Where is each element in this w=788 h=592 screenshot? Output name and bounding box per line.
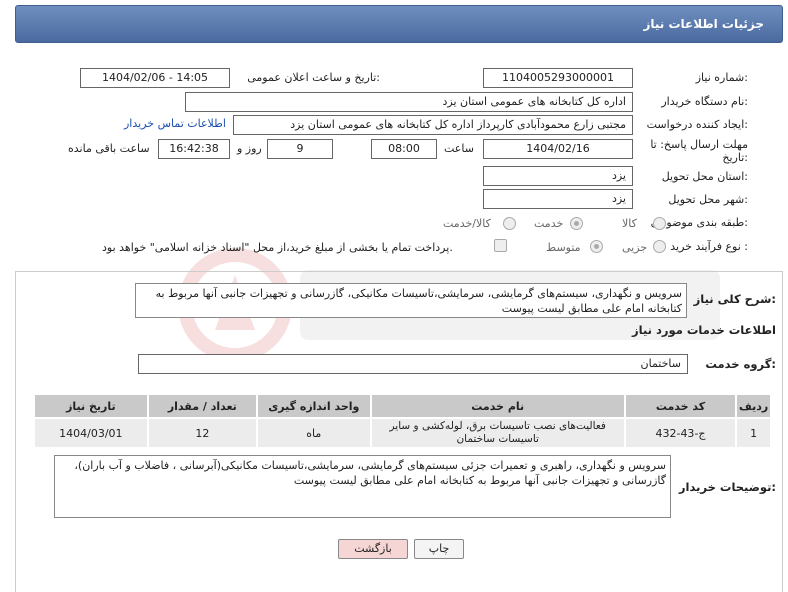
deadline-date-label: تاریخ: (722, 151, 748, 164)
city-field: یزد (483, 189, 633, 209)
buyer-org-field: اداره کل کتابخانه های عمومی استان یزد (185, 92, 633, 112)
cell-qty: 12 (146, 417, 258, 449)
summary-label: شرح کلی نیاز: (693, 292, 776, 306)
creator-label: ایجاد کننده درخواست: (646, 118, 748, 131)
category-option-service: خدمت (534, 217, 564, 230)
creator-field: مجتبی زارع محمودآبادی کارپرداز اداره کل … (233, 115, 633, 135)
remaining-time-label: ساعت باقی مانده (68, 142, 150, 155)
deadline-time-label: ساعت (444, 142, 474, 155)
process-radio-minor[interactable] (653, 240, 666, 253)
buyer-notes-textarea[interactable]: سرویس و نگهداری، راهبری و تعمیرات جزئی س… (54, 455, 671, 518)
buyer-notes-label: توضیحات خریدار: (678, 480, 776, 494)
days-field: 9 (267, 139, 333, 159)
category-radio-goods[interactable] (653, 217, 666, 230)
table-row: 1 ج-43-432 فعالیت‌های نصب تاسیسات برق، ل… (33, 417, 772, 449)
col-name-header: نام خدمت (369, 393, 626, 419)
remaining-time-field: 16:42:38 (158, 139, 230, 159)
services-section-title: اطلاعات خدمات مورد نیاز (632, 323, 776, 337)
page-title: جزئیات اطلاعات نیاز (643, 17, 764, 31)
cell-date: 1404/03/01 (33, 417, 149, 449)
process-option-medium: متوسط (546, 241, 581, 254)
col-code-header: کد خدمت (623, 393, 738, 419)
province-label: استان محل تحویل: (661, 170, 748, 183)
cell-name: فعالیت‌های نصب تاسیسات برق، لوله‌کشی و س… (369, 417, 626, 449)
category-option-goods-service: کالا/خدمت (443, 217, 491, 230)
deadline-time-field: 08:00 (371, 139, 437, 159)
buyer-org-label: نام دستگاه خریدار: (661, 95, 748, 108)
cell-unit: ماه (255, 417, 372, 449)
announce-field: 1404/02/06 - 14:05 (80, 68, 230, 88)
treasury-payment-text: پرداخت تمام یا بخشی از مبلغ خرید،از محل … (102, 241, 453, 254)
col-qty-header: تعداد / مقدار (146, 393, 258, 419)
deadline-date-field: 1404/02/16 (483, 139, 633, 159)
city-label: شهر محل تحویل: (668, 193, 748, 206)
print-button[interactable]: چاپ (414, 539, 464, 559)
col-unit-header: واحد اندازه گیری (255, 393, 372, 419)
category-radio-service[interactable] (570, 217, 583, 230)
days-label: روز و (237, 142, 262, 155)
cell-row: 1 (735, 417, 772, 449)
need-number-field: 1104005293000001 (483, 68, 633, 88)
panel-header: جزئیات اطلاعات نیاز (15, 5, 783, 43)
services-table: ردیف کد خدمت نام خدمت واحد اندازه گیری ت… (33, 393, 772, 449)
announce-label: تاریخ و ساعت اعلان عمومی: (247, 71, 380, 84)
deadline-label: مهلت ارسال پاسخ: تا (650, 138, 748, 151)
col-row-header: ردیف (735, 393, 772, 419)
need-number-label: شماره نیاز: (695, 71, 748, 84)
summary-textarea[interactable]: سرویس و نگهداری، سیستم‌های گرمایشی، سرما… (135, 283, 687, 318)
service-group-label: گروه خدمت: (705, 357, 776, 371)
back-button[interactable]: بازگشت (338, 539, 408, 559)
category-option-goods: کالا (622, 217, 637, 230)
cell-code: ج-43-432 (623, 417, 738, 449)
treasury-payment-checkbox[interactable] (494, 239, 507, 252)
contact-info-link[interactable]: اطلاعات تماس خریدار (124, 117, 226, 130)
col-date-header: تاریخ نیاز (33, 393, 149, 419)
category-radio-goods-service[interactable] (503, 217, 516, 230)
province-field: یزد (483, 166, 633, 186)
process-option-minor: جزیی (622, 241, 648, 254)
process-label: نوع فرآیند خرید : (670, 240, 748, 253)
service-group-field: ساختمان (138, 354, 688, 374)
process-radio-medium[interactable] (590, 240, 603, 253)
